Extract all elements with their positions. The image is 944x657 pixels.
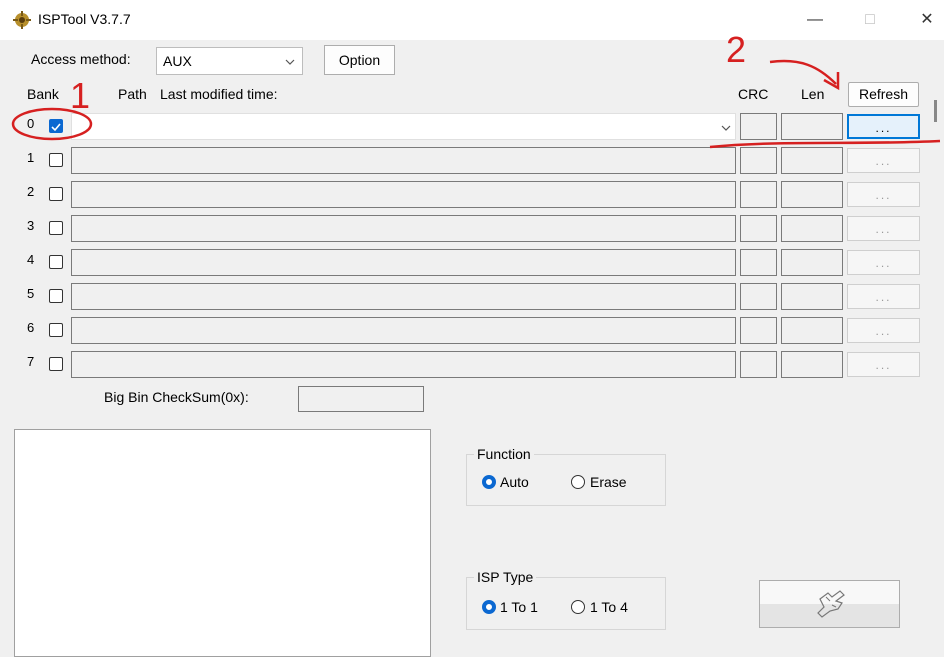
annotation-number-1: 1	[70, 75, 90, 116]
annotation-overlay: 1 2	[11, 29, 941, 149]
annotation-underline	[709, 139, 941, 149]
annotation-number-2: 2	[726, 29, 746, 70]
